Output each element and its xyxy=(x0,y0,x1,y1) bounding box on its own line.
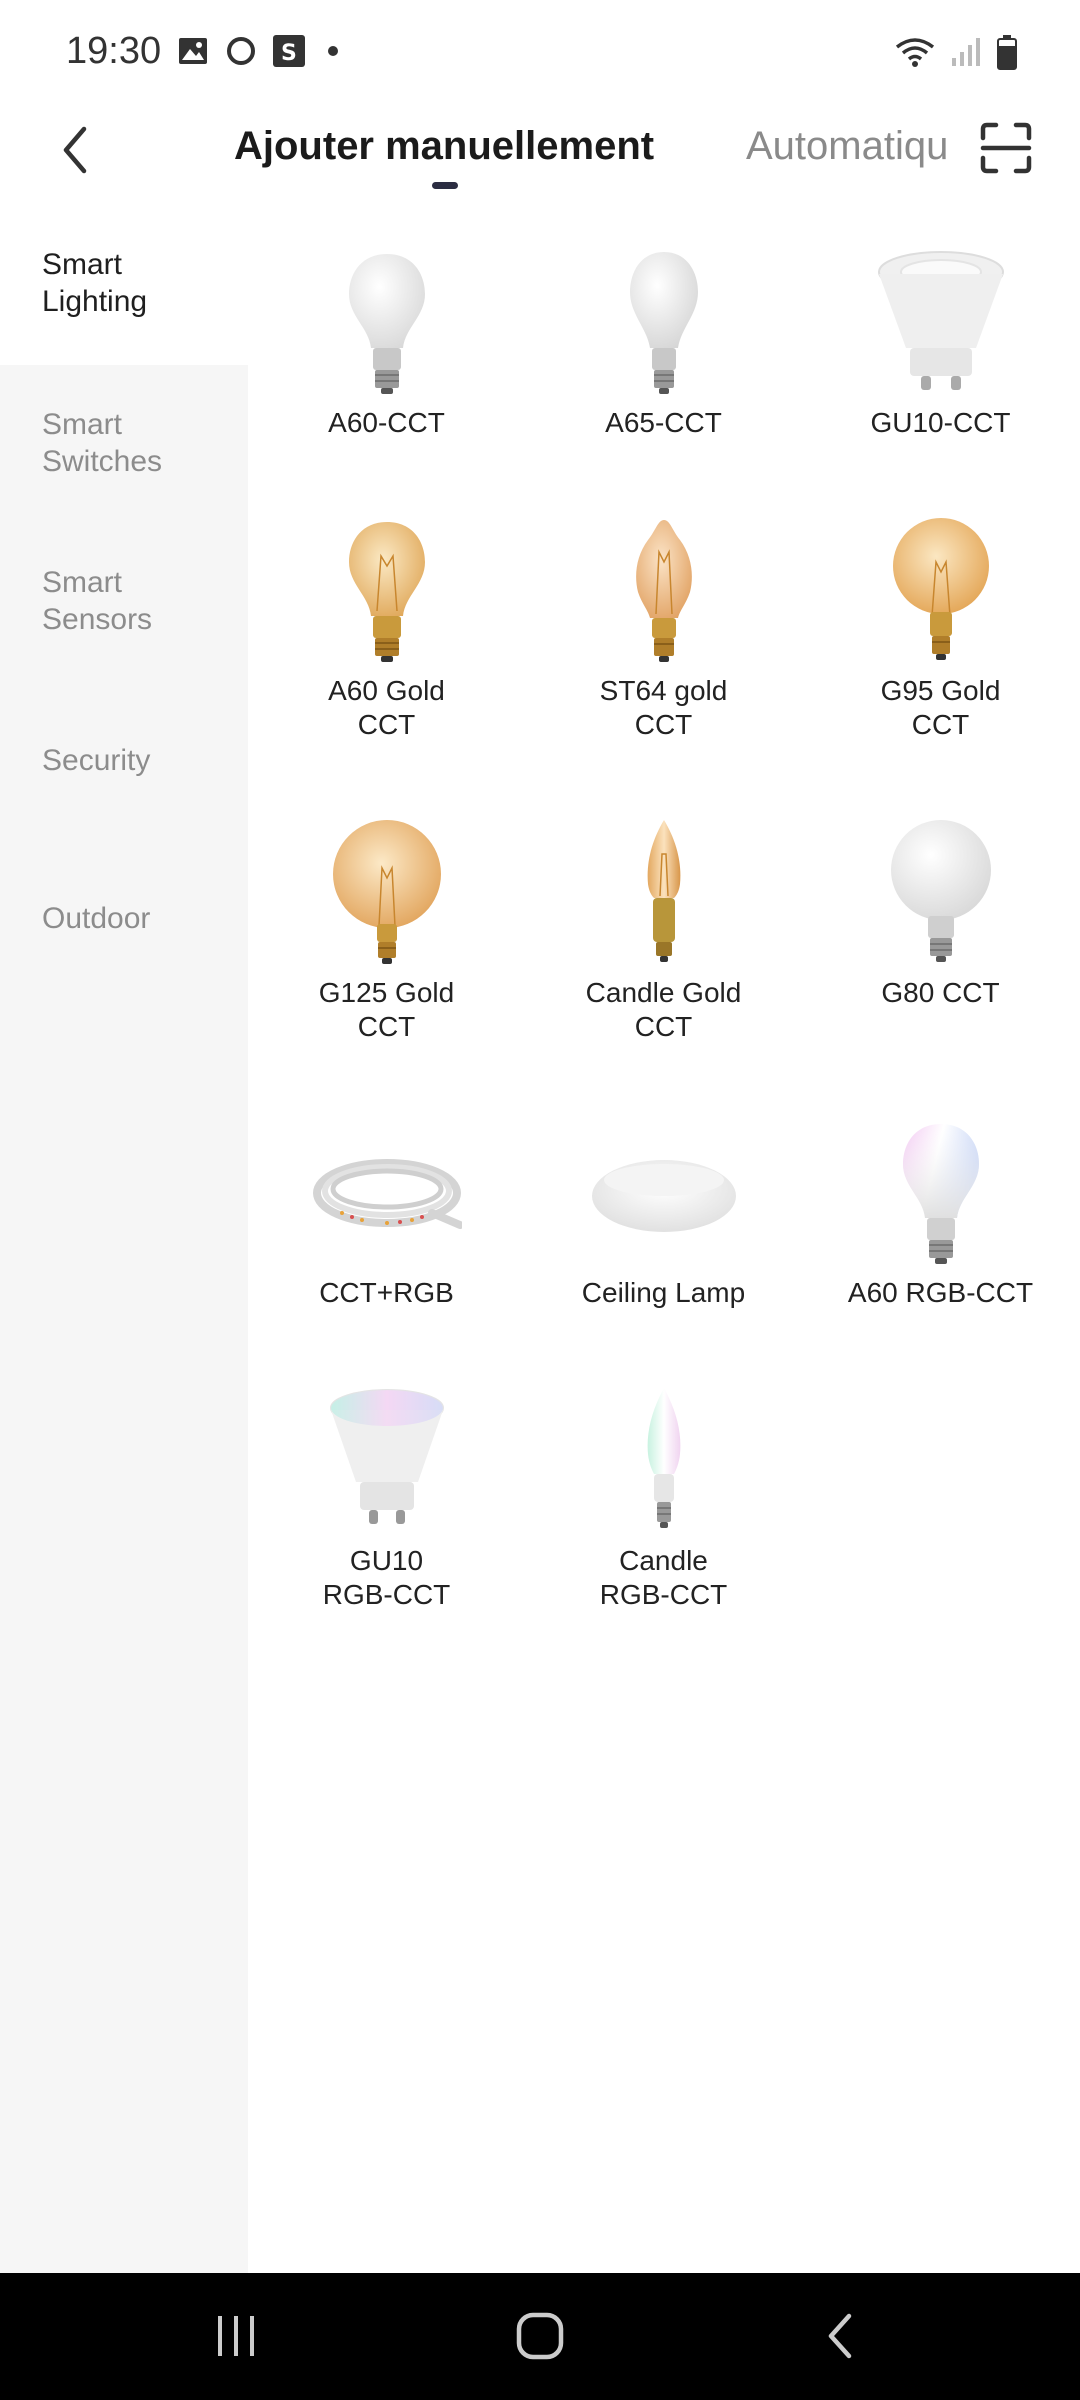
product-a60-cct[interactable]: A60-CCT xyxy=(248,248,525,440)
product-name: A65-CCT xyxy=(605,407,722,438)
product-name: Ceiling Lamp xyxy=(581,1277,746,1308)
battery-icon xyxy=(996,34,1018,75)
s-app-icon: S xyxy=(272,34,306,68)
product-a60-rgb-cct[interactable]: A60 RGB-CCT xyxy=(802,1118,1079,1310)
home-icon xyxy=(516,2312,564,2360)
led-strip-icon xyxy=(312,1159,462,1229)
status-system-icons xyxy=(894,34,1018,75)
product-name: A60-CCT xyxy=(328,407,445,438)
bulb-g80-white-icon xyxy=(890,820,991,962)
bulb-a60-rgb-icon xyxy=(902,1124,979,1264)
product-g95-gold-cct[interactable]: G95 Gold CCT xyxy=(802,516,1079,742)
svg-text:S: S xyxy=(281,41,297,66)
scan-icon xyxy=(980,122,1032,174)
product-name: Candle RGB-CCT xyxy=(599,1545,728,1610)
product-gu10-rgb-cct[interactable]: GU10 RGB-CCT xyxy=(248,1386,525,1612)
sidebar-item-smart-lighting[interactable]: Smart Lighting xyxy=(0,228,248,365)
product-name: A60 Gold CCT xyxy=(328,675,445,740)
scan-button[interactable] xyxy=(978,118,1034,178)
header: Ajouter manuellement Automatique xyxy=(0,100,1080,220)
product-ceiling-lamp[interactable]: Ceiling Lamp xyxy=(525,1118,802,1310)
bulb-g95-gold-icon xyxy=(892,518,989,660)
status-bar: 19:30 S xyxy=(0,0,1080,100)
ceiling-lamp-icon xyxy=(591,1160,736,1232)
product-name: Candle Gold CCT xyxy=(585,977,742,1042)
product-gu10-cct[interactable]: GU10-CCT xyxy=(802,248,1079,440)
product-g125-gold-cct[interactable]: G125 Gold CCT xyxy=(248,818,525,1044)
recent-apps-button[interactable] xyxy=(196,2303,276,2369)
gallery-icon xyxy=(176,34,210,68)
sidebar-item-smart-sensors[interactable]: Smart Sensors xyxy=(0,564,248,638)
tab-active-indicator xyxy=(432,182,458,189)
product-name: G125 Gold CCT xyxy=(318,977,455,1042)
product-grid: A60-CCT A65-CCT GU10-CCT A60 Gold CCT ST… xyxy=(248,228,1080,2273)
product-name: G80 CCT xyxy=(881,977,1000,1008)
spot-gu10-white-icon xyxy=(877,251,1004,390)
sidebar-item-outdoor[interactable]: Outdoor xyxy=(0,900,248,937)
sidebar-item-smart-switches[interactable]: Smart Switches xyxy=(0,406,248,480)
product-name: GU10-CCT xyxy=(870,407,1011,438)
circle-app-icon xyxy=(224,34,258,68)
candle-rgb-icon xyxy=(647,1388,680,1528)
signal-icon xyxy=(950,36,982,73)
notification-dot-icon xyxy=(328,46,338,56)
back-nav-icon xyxy=(828,2313,852,2359)
product-name: A60 RGB-CCT xyxy=(847,1277,1034,1308)
product-a65-cct[interactable]: A65-CCT xyxy=(525,248,802,440)
product-name: G95 Gold CCT xyxy=(880,675,1001,740)
bulb-a60-gold-icon xyxy=(348,522,425,662)
back-button[interactable] xyxy=(50,120,100,180)
product-name: GU10 RGB-CCT xyxy=(322,1545,451,1610)
product-a60-gold-cct[interactable]: A60 Gold CCT xyxy=(248,516,525,742)
recent-apps-icon xyxy=(218,2316,254,2356)
product-candle-rgb-cct[interactable]: Candle RGB-CCT xyxy=(525,1386,802,1612)
tab-auto[interactable]: Automatique xyxy=(746,124,950,169)
tab-auto-container[interactable]: Automatique xyxy=(746,124,950,180)
status-notification-icons: S xyxy=(176,34,338,68)
product-g80-cct[interactable]: G80 CCT xyxy=(802,818,1079,1010)
spot-gu10-rgb-icon xyxy=(329,1389,444,1524)
wifi-icon xyxy=(894,35,936,74)
back-nav-button[interactable] xyxy=(800,2303,880,2369)
product-candle-gold-cct[interactable]: Candle Gold CCT xyxy=(525,818,802,1044)
sidebar-item-security[interactable]: Security xyxy=(0,742,248,779)
chevron-left-icon xyxy=(63,126,87,174)
product-name: CCT+RGB xyxy=(319,1277,454,1308)
product-name: ST64 gold CCT xyxy=(599,675,728,740)
home-button[interactable] xyxy=(500,2303,580,2369)
bulb-a65-white-icon xyxy=(629,252,698,394)
candle-gold-icon xyxy=(647,820,680,962)
bulb-g125-gold-icon xyxy=(332,820,441,964)
tab-manual[interactable]: Ajouter manuellement xyxy=(234,124,654,169)
status-time: 19:30 xyxy=(66,30,162,72)
system-navigation-bar xyxy=(0,2273,1080,2400)
product-cct-rgb[interactable]: CCT+RGB xyxy=(248,1118,525,1310)
category-sidebar: Smart Lighting Smart Switches Smart Sens… xyxy=(0,228,248,2273)
product-st64-gold-cct[interactable]: ST64 gold CCT xyxy=(525,516,802,742)
bulb-a60-white-icon xyxy=(348,254,425,394)
bulb-st64-gold-icon xyxy=(635,520,692,662)
